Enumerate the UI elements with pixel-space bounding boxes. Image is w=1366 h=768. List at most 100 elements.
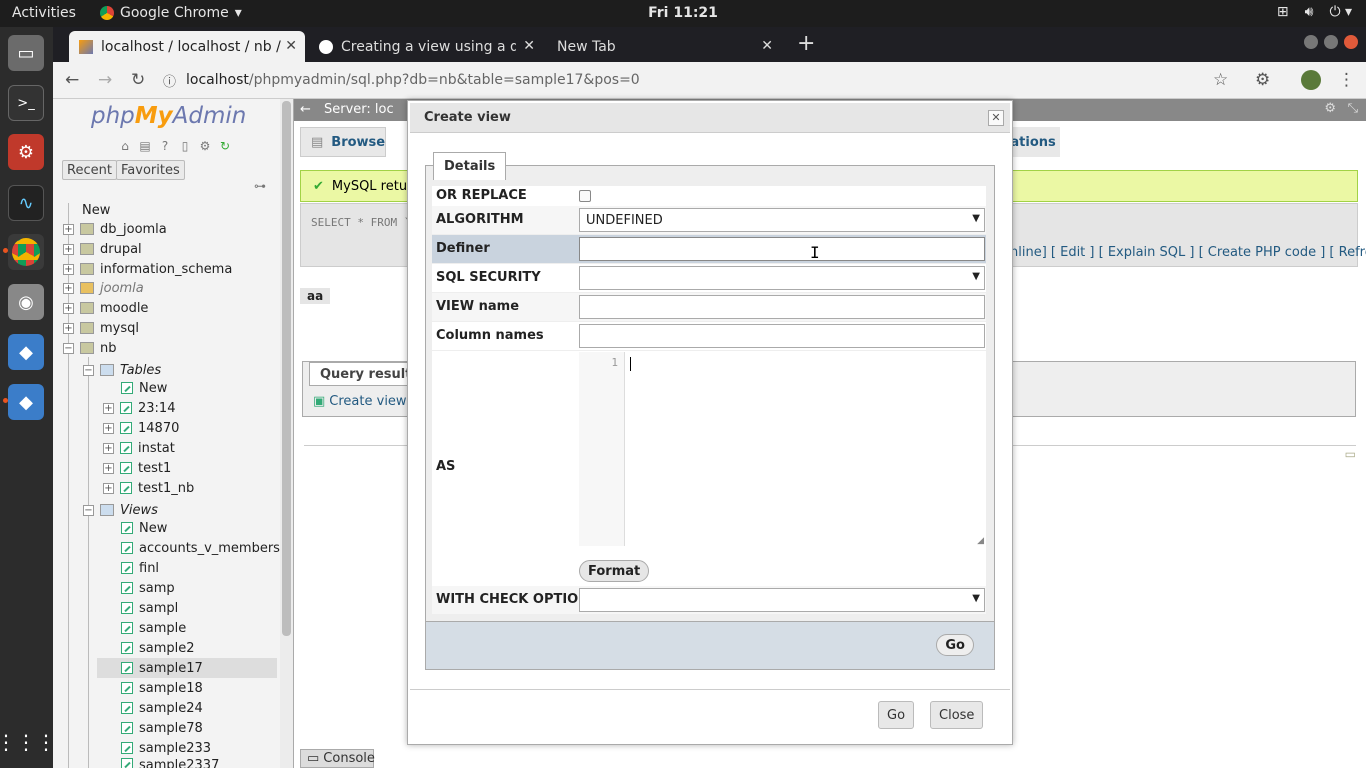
algorithm-select[interactable]: UNDEFINED ▼	[579, 208, 985, 232]
virtualbox-icon[interactable]: ◆	[8, 334, 44, 370]
tree-table[interactable]: + test1	[103, 458, 171, 478]
help-icon[interactable]: ?	[157, 139, 173, 153]
column-names-input[interactable]	[579, 324, 985, 348]
tree-view[interactable]: accounts_v_members	[121, 538, 280, 558]
resize-handle-icon[interactable]: ◢	[977, 536, 984, 546]
view-name-input[interactable]	[579, 295, 985, 319]
back-arrow-icon[interactable]: ←	[300, 102, 311, 117]
files-icon[interactable]: ▭	[8, 35, 44, 71]
close-icon[interactable]: ✕	[285, 38, 297, 54]
info-icon[interactable]: ⓘ	[163, 71, 176, 90]
tree-tables-group[interactable]: − Tables	[83, 360, 161, 380]
tree-table[interactable]: + test1_nb	[103, 478, 194, 498]
forward-icon[interactable]: →	[98, 70, 112, 90]
tree-view[interactable]: sampl	[121, 598, 178, 618]
dialog-titlebar[interactable]: Create view ✕	[410, 103, 1010, 133]
tree-view[interactable]: sample2	[121, 638, 195, 658]
nav-scrollbar[interactable]	[280, 99, 293, 768]
sql-query-text: SELECT * FROM `	[311, 216, 411, 229]
back-icon[interactable]: ←	[65, 70, 79, 90]
clock[interactable]: Fri 11:21	[0, 5, 1366, 21]
tab-github[interactable]: Creating a view using a qu ✕	[309, 31, 543, 62]
maximize-button[interactable]	[1324, 35, 1338, 49]
gear-icon[interactable]: ⚙	[1324, 101, 1336, 116]
tree-view[interactable]: sample78	[121, 718, 203, 738]
row-with-check-option: WITH CHECK OPTION ▼	[432, 586, 986, 614]
tab-new-tab[interactable]: New Tab ✕	[547, 31, 781, 62]
bookmark-star-icon[interactable]: ☆	[1213, 70, 1228, 90]
logout-icon[interactable]: ▤	[137, 139, 153, 153]
settings-icon[interactable]: ⚙	[8, 134, 44, 170]
favorites-button[interactable]: Favorites	[116, 160, 185, 180]
go-inner-button[interactable]: Go	[936, 634, 974, 656]
tree-view[interactable]: sample	[121, 618, 186, 638]
tree-view[interactable]: sample2337	[121, 758, 219, 768]
tree-new-db[interactable]: New	[65, 200, 110, 220]
virtualbox-icon[interactable]: ◆	[8, 384, 44, 420]
tree-new-view[interactable]: New	[121, 518, 167, 538]
sql-security-select[interactable]: ▼	[579, 266, 985, 290]
sql-action-links[interactable]: nline] [ Edit ] [ Explain SQL ] [ Create…	[1010, 245, 1366, 260]
or-replace-checkbox[interactable]	[579, 190, 591, 202]
tree-table[interactable]: + instat	[103, 438, 175, 458]
with-check-option-select[interactable]: ▼	[579, 588, 985, 612]
tree-new-table[interactable]: New	[121, 378, 167, 398]
app-grid-icon[interactable]: ⋮⋮⋮	[0, 724, 56, 760]
tree-table[interactable]: +14870	[103, 418, 179, 438]
tree-db[interactable]: + moodle	[63, 298, 148, 318]
tree-db[interactable]: + information_schema	[63, 259, 232, 279]
create-view-link[interactable]: ▣ Create view	[313, 394, 407, 409]
row-sql-security: SQL SECURITY ▼	[432, 264, 986, 292]
tree-db[interactable]: + drupal	[63, 239, 142, 259]
tree-view[interactable]: sample233	[121, 738, 211, 758]
phpmyadmin-logo[interactable]: phpMyAdmin	[91, 103, 246, 129]
system-monitor-icon[interactable]: ∿	[8, 185, 44, 221]
collapse-icon[interactable]: ⤡	[1348, 101, 1358, 116]
definer-input[interactable]	[579, 237, 985, 261]
chrome-icon[interactable]	[8, 234, 44, 270]
tab-browse[interactable]: ▤ Browse	[300, 127, 386, 157]
as-sql-editor[interactable]: 1 ◢	[579, 352, 985, 546]
reload-icon[interactable]: ↻	[131, 70, 145, 90]
tree-db[interactable]: + mysql	[63, 318, 139, 338]
scrollbar-thumb[interactable]	[282, 101, 291, 636]
close-icon[interactable]: ✕	[988, 110, 1004, 126]
link-icon[interactable]: ⊶	[254, 179, 266, 193]
address-bar[interactable]: ⓘ localhost/phpmyadmin/sql.php?db=nb&tab…	[163, 66, 1243, 94]
tree-table[interactable]: +23:14	[103, 398, 175, 418]
tree-view[interactable]: sample18	[121, 678, 203, 698]
go-button[interactable]: Go	[878, 701, 915, 729]
tree-db[interactable]: + joomla	[63, 278, 144, 298]
home-icon[interactable]: ⌂	[117, 139, 133, 153]
close-icon[interactable]: ✕	[523, 38, 535, 54]
tree-db[interactable]: + db_joomla	[63, 219, 167, 239]
browse-icon: ▤	[311, 134, 324, 150]
close-window-button[interactable]	[1344, 35, 1358, 49]
extension-icon[interactable]: ⚙	[1255, 70, 1270, 90]
docs-icon[interactable]: ▯	[177, 139, 193, 153]
terminal-icon[interactable]: >_	[8, 85, 44, 121]
chrome-menu-icon[interactable]: ⋮	[1338, 70, 1355, 90]
tab-phpmyadmin[interactable]: localhost / localhost / nb / ✕	[69, 31, 305, 62]
profile-avatar[interactable]	[1301, 70, 1321, 90]
tree-views-group[interactable]: − Views	[83, 500, 158, 520]
console-toggle[interactable]: ▭ Console	[300, 749, 375, 768]
gear-icon[interactable]: ⚙	[197, 139, 213, 153]
note-icon[interactable]: ▭	[1345, 447, 1356, 461]
refresh-icon[interactable]: ↻	[217, 139, 233, 153]
close-icon[interactable]: ✕	[761, 38, 773, 54]
format-button[interactable]: Format	[579, 560, 650, 582]
camera-icon[interactable]: ◉	[8, 284, 44, 320]
tree-db-nb[interactable]: − nb	[63, 338, 117, 358]
tree-view[interactable]: finl	[121, 558, 159, 578]
server-label[interactable]: Server: loc	[324, 102, 394, 117]
close-button[interactable]: Close	[930, 701, 984, 729]
minimize-button[interactable]	[1304, 35, 1318, 49]
tree-view[interactable]: sample24	[121, 698, 203, 718]
tree-view[interactable]: samp	[121, 578, 175, 598]
new-tab-button[interactable]: +	[797, 31, 815, 56]
expand-icon: +	[103, 462, 114, 474]
system-tray[interactable]: ⊞ 🔊︎ ⏻ ▾	[1277, 4, 1352, 20]
tree-view-selected[interactable]: sample17	[97, 658, 277, 678]
recent-button[interactable]: Recent	[62, 160, 117, 180]
